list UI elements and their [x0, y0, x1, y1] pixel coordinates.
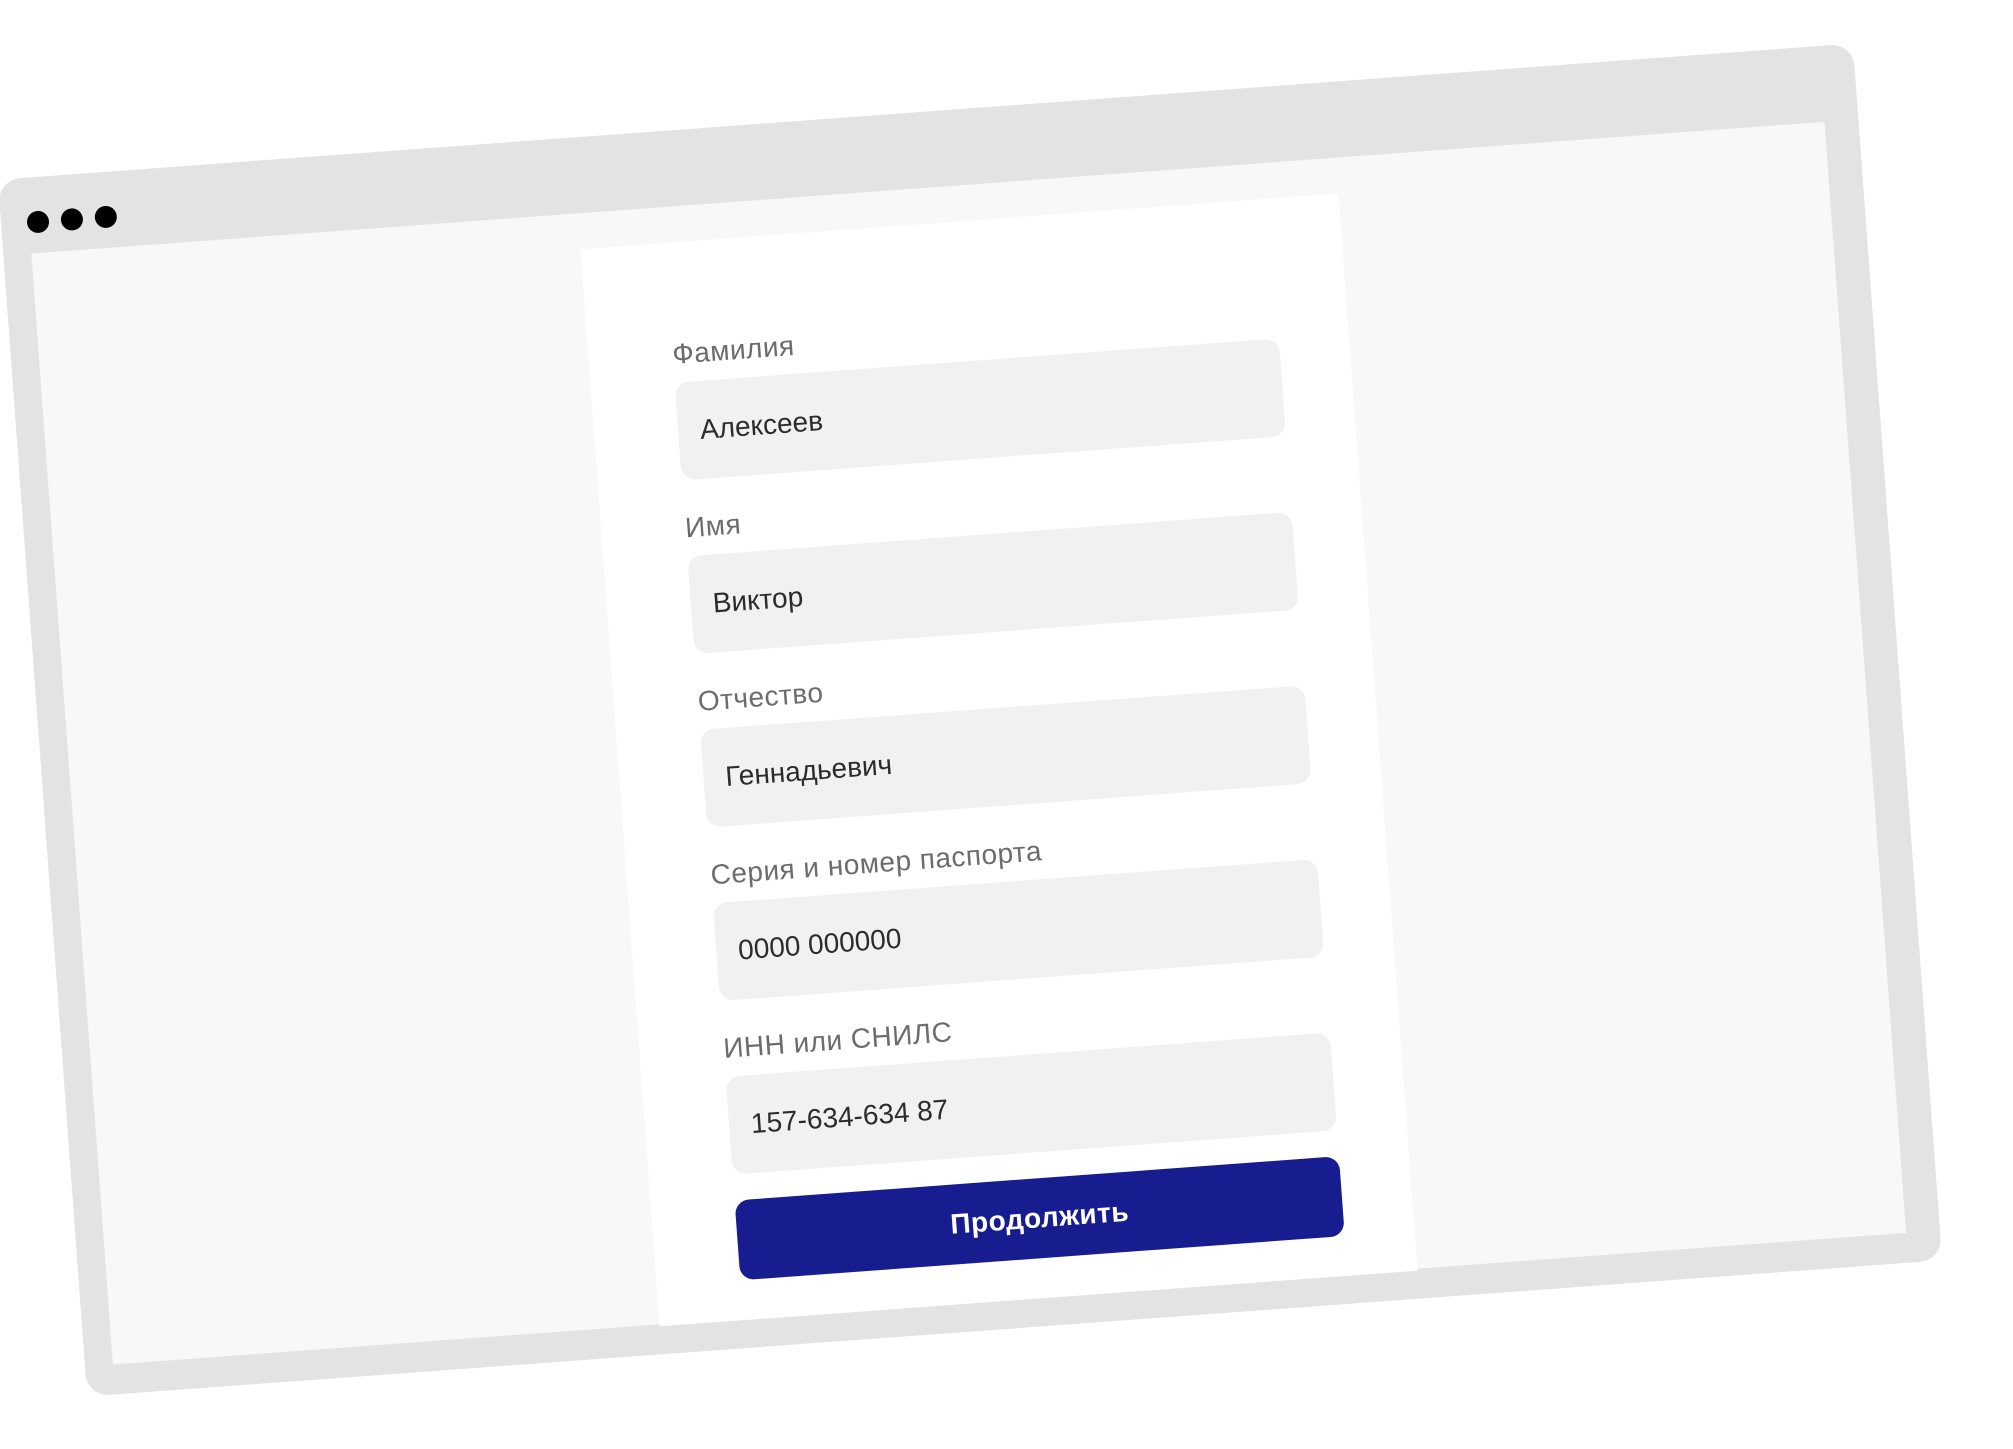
window-controls — [26, 205, 118, 234]
patronymic-field: Отчество Геннадьевич — [697, 642, 1312, 828]
window-dot-icon[interactable] — [94, 205, 118, 229]
continue-button[interactable]: Продолжить — [734, 1156, 1345, 1281]
browser-window: Фамилия Алексеев Имя Виктор Отчество Ген… — [0, 43, 1943, 1397]
first-name-field: Имя Виктор — [684, 468, 1299, 655]
window-dot-icon[interactable] — [26, 210, 50, 234]
passport-field: Серия и номер паспорта 0000 000000 — [710, 815, 1325, 1002]
page-viewport: Фамилия Алексеев Имя Виктор Отчество Ген… — [31, 121, 1907, 1365]
window-dot-icon[interactable] — [60, 207, 84, 232]
last-name-field: Фамилия Алексеев — [671, 294, 1287, 481]
inn-snils-field: ИНН или СНИЛС 157-634-634 87 — [722, 989, 1338, 1175]
form-card: Фамилия Алексеев Имя Виктор Отчество Ген… — [580, 193, 1418, 1327]
